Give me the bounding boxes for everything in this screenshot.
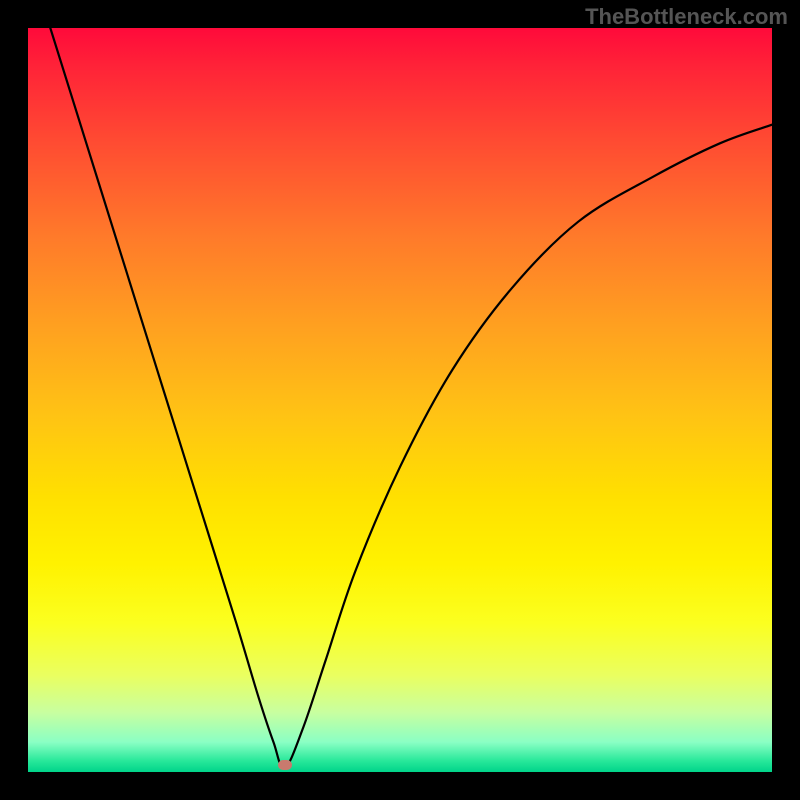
curve-path: [50, 28, 772, 769]
optimum-marker: [278, 760, 292, 770]
watermark-text: TheBottleneck.com: [585, 4, 788, 30]
bottleneck-curve: [28, 28, 772, 772]
chart-area: [28, 28, 772, 772]
